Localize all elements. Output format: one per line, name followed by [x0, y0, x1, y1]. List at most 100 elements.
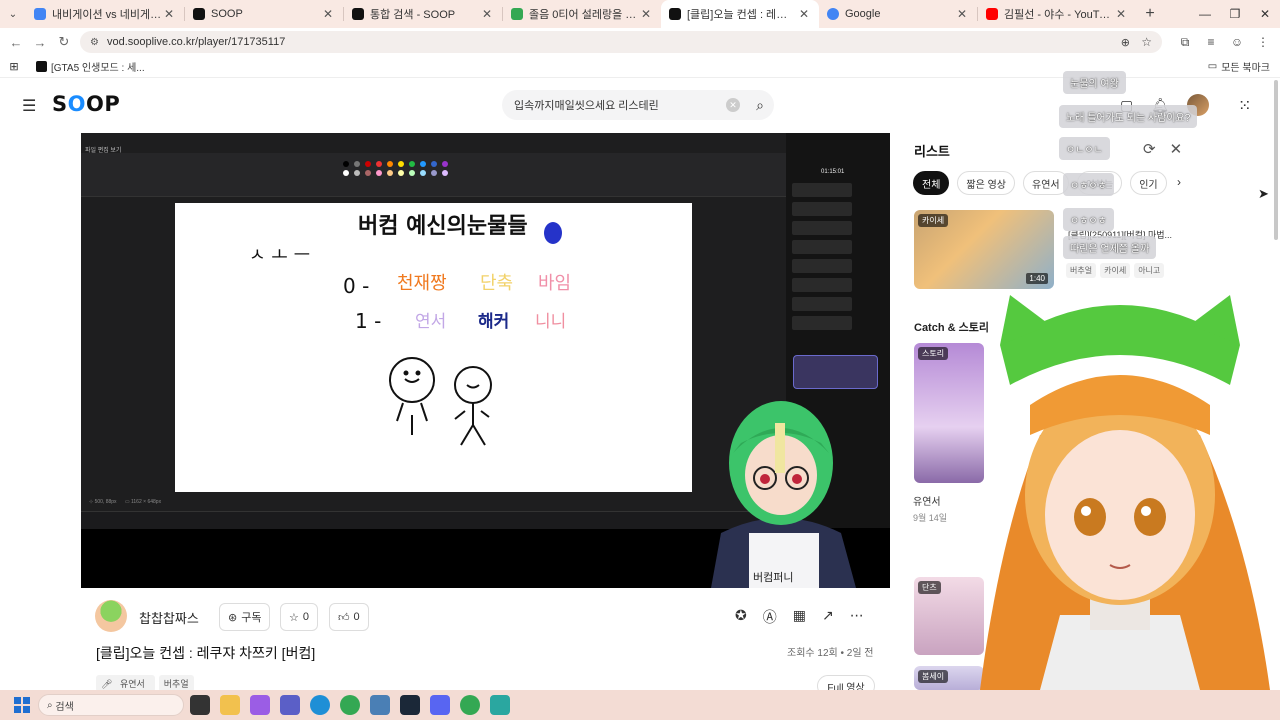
- clear-search-icon[interactable]: ✕: [726, 98, 740, 112]
- close-tab-icon[interactable]: ✕: [1114, 7, 1128, 21]
- address-bar[interactable]: ⚙ vod.sooplive.co.kr/player/171735117 ⊕ …: [80, 31, 1162, 53]
- more-menu-icon[interactable]: ⋮: [1254, 35, 1272, 49]
- overlay-chat-message: 눈물의 여왕: [1063, 71, 1126, 94]
- file-explorer-icon[interactable]: [220, 695, 240, 715]
- stream-timer: 01:15:01: [821, 169, 845, 175]
- filter-shorts[interactable]: 짧은 영상: [957, 171, 1015, 195]
- all-bookmarks[interactable]: ▭ 모든 북마크: [1208, 59, 1270, 74]
- favorite-button[interactable]: ☆ 0: [280, 603, 318, 631]
- page-scrollbar[interactable]: [1274, 80, 1278, 240]
- subscribe-button[interactable]: ⊛ 구독: [219, 603, 271, 631]
- search-icon: ⌕: [47, 699, 56, 711]
- thumbs-up-icon: 👍︎: [338, 611, 350, 624]
- row0-item2: 단축: [480, 273, 513, 294]
- canvas-faces: ㅅ ㅗ ㅡ: [249, 245, 310, 266]
- tab-7[interactable]: 김필선 - 야수 - YouTube ✕: [978, 0, 1136, 28]
- taskbar-apps: [190, 695, 510, 715]
- close-tab-icon[interactable]: ✕: [162, 7, 176, 21]
- steam-icon[interactable]: [400, 695, 420, 715]
- photos-icon[interactable]: [370, 695, 390, 715]
- mouse-cursor-icon: ➤: [1258, 186, 1269, 201]
- tab-3[interactable]: 통합 검색 - SOOP ✕: [344, 0, 502, 28]
- bookmark-star-icon[interactable]: ☆: [1141, 35, 1152, 49]
- list-title: 리스트: [914, 144, 950, 159]
- notepad-icon[interactable]: [490, 695, 510, 715]
- overlay-chat-message: ㅇㄴㅇㄴ: [1059, 137, 1110, 160]
- bookmark-item[interactable]: [GTA5 인생모드 : 세...: [36, 59, 145, 74]
- search-input[interactable]: 입속까지매일씻으세요 리스테린 ✕ ⌕: [502, 90, 774, 120]
- edge-icon[interactable]: [310, 695, 330, 715]
- profile-icon[interactable]: ☺: [1228, 35, 1246, 49]
- tag-item[interactable]: 카이세: [1100, 263, 1131, 278]
- services-grid-icon[interactable]: ⁙: [1238, 96, 1251, 116]
- video-player[interactable]: 파일 편집 보기 버컴 예신의눈물들 ㅅ ㅗ ㅡ 0 - 천재짱 단축 바임 1…: [81, 133, 890, 588]
- window-controls: — ❐ ✕: [1190, 0, 1280, 28]
- teams-icon[interactable]: [280, 695, 300, 715]
- windows-start-icon[interactable]: [14, 697, 30, 713]
- row1-item2: 해커: [478, 312, 509, 332]
- view-count: 조회수 12회: [787, 648, 838, 659]
- video-meta: 조회수 12회 • 2일 전: [787, 648, 874, 659]
- tab-4[interactable]: 졸음 0티어 설레랑을 상상하는✕: [503, 0, 661, 28]
- more-options-icon[interactable]: ⋯: [850, 607, 864, 627]
- refresh-icon[interactable]: ⟳: [1143, 140, 1156, 158]
- list-item-thumbnail[interactable]: 카이세 1:40: [914, 210, 1054, 289]
- close-icon[interactable]: ✕: [1170, 140, 1183, 158]
- channel-avatar[interactable]: [95, 600, 127, 632]
- channel-name[interactable]: 찹찹찹짜스: [139, 608, 199, 627]
- tab-2[interactable]: SOOP ✕: [185, 0, 343, 28]
- media-control-icon[interactable]: ≡: [1202, 35, 1220, 49]
- vtuber-avatar-overlay: [980, 295, 1270, 690]
- overlay-chat-message: 노래 틀어가도 되는 사람이요?: [1059, 105, 1198, 128]
- chrome-profile-icon[interactable]: [460, 695, 480, 715]
- badge-icon[interactable]: ✪: [735, 607, 747, 627]
- new-tab-button[interactable]: +: [1136, 5, 1164, 23]
- tag-label: 유연서: [114, 677, 150, 691]
- windows-taskbar: ⌕ 검색: [0, 690, 1280, 720]
- soop-logo[interactable]: SOOP: [52, 92, 120, 116]
- close-tab-icon[interactable]: ✕: [321, 7, 335, 21]
- extensions-icon[interactable]: ⧉: [1176, 35, 1194, 50]
- site-info-icon[interactable]: ⚙: [90, 37, 99, 48]
- discord-icon[interactable]: [430, 695, 450, 715]
- clip-icon[interactable]: ▦: [793, 607, 806, 627]
- close-tab-icon[interactable]: ✕: [955, 7, 969, 21]
- hamburger-menu-icon[interactable]: ☰: [22, 96, 36, 116]
- back-icon[interactable]: ←: [4, 35, 28, 50]
- like-button[interactable]: 👍︎ 0: [329, 603, 369, 631]
- story-author[interactable]: 유연서: [913, 493, 941, 508]
- task-view-icon[interactable]: [190, 695, 210, 715]
- share-icon[interactable]: ↗: [822, 607, 834, 627]
- copilot-icon[interactable]: [250, 695, 270, 715]
- soop-favicon-icon: [193, 8, 205, 20]
- tab-search-icon[interactable]: ⌄: [0, 0, 26, 28]
- ad-icon[interactable]: Ⓐ: [763, 607, 777, 627]
- zoom-icon[interactable]: ⊕: [1121, 36, 1130, 49]
- close-tab-icon[interactable]: ✕: [797, 7, 811, 21]
- search-icon[interactable]: ⌕: [756, 97, 764, 114]
- tab-5-active[interactable]: [클립]오늘 컨셉 : 레쿠쟈 차✕: [661, 0, 819, 28]
- chrome-icon[interactable]: [340, 695, 360, 715]
- stream-chat-messages: [792, 183, 852, 335]
- filter-yuyeonseo[interactable]: 유연서: [1023, 171, 1069, 195]
- tag-item[interactable]: 아니고: [1134, 263, 1165, 278]
- close-window-icon[interactable]: ✕: [1250, 0, 1280, 28]
- filter-all[interactable]: 전체: [913, 171, 950, 195]
- tag-item[interactable]: 버추얼: [1066, 263, 1097, 278]
- chevron-right-icon[interactable]: ›: [1177, 175, 1181, 189]
- forward-icon[interactable]: →: [28, 35, 52, 50]
- taskbar-search-label: 검색: [55, 701, 74, 713]
- youtube-favicon-icon: [986, 8, 998, 20]
- tab-title: 졸음 0티어 설레랑을 상상하는: [529, 9, 639, 21]
- apps-icon[interactable]: ⊞: [0, 60, 28, 73]
- thumb-badge: 스토리: [918, 347, 949, 360]
- tab-6[interactable]: Google ✕: [819, 0, 977, 28]
- tab-1[interactable]: 내비게이션 vs 네비게이션 - Go✕: [26, 0, 184, 28]
- taskbar-search[interactable]: ⌕ 검색: [38, 694, 184, 716]
- minimize-icon[interactable]: —: [1190, 0, 1220, 28]
- close-tab-icon[interactable]: ✕: [639, 7, 653, 21]
- reload-icon[interactable]: ↻: [52, 34, 76, 50]
- maximize-icon[interactable]: ❐: [1220, 0, 1250, 28]
- close-tab-icon[interactable]: ✕: [480, 7, 494, 21]
- filter-popular[interactable]: 인기: [1130, 171, 1167, 195]
